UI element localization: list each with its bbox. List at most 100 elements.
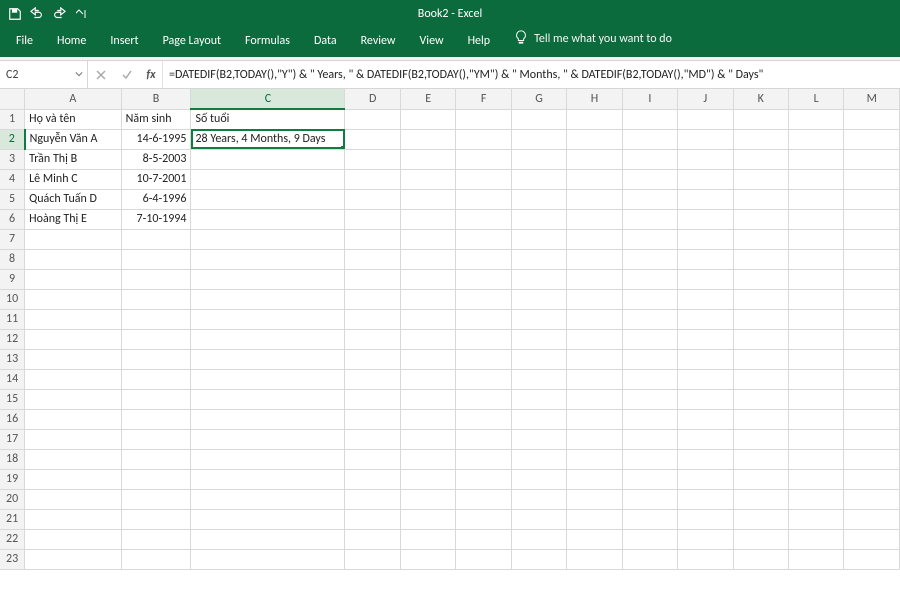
cell[interactable] bbox=[733, 369, 788, 389]
cell[interactable] bbox=[567, 349, 622, 369]
cell[interactable] bbox=[191, 509, 345, 529]
cell[interactable] bbox=[733, 289, 788, 309]
cell[interactable] bbox=[788, 229, 843, 249]
col-header-J[interactable]: J bbox=[678, 89, 733, 109]
row-header[interactable]: 1 bbox=[0, 109, 25, 129]
col-header-M[interactable]: M bbox=[844, 89, 900, 109]
cell[interactable] bbox=[844, 449, 900, 469]
cell[interactable] bbox=[622, 529, 677, 549]
cell[interactable] bbox=[567, 229, 622, 249]
cell[interactable] bbox=[844, 549, 900, 569]
cell[interactable]: Trần Thị B bbox=[25, 149, 122, 169]
cell[interactable] bbox=[456, 129, 511, 149]
cell[interactable] bbox=[511, 189, 566, 209]
cell[interactable] bbox=[345, 269, 400, 289]
cell[interactable] bbox=[25, 509, 122, 529]
col-header-C[interactable]: C bbox=[191, 89, 345, 109]
cell[interactable] bbox=[456, 209, 511, 229]
cell[interactable] bbox=[678, 509, 733, 529]
cell[interactable] bbox=[456, 289, 511, 309]
cell[interactable] bbox=[678, 309, 733, 329]
cell[interactable] bbox=[345, 449, 400, 469]
cell[interactable] bbox=[511, 349, 566, 369]
cell[interactable] bbox=[622, 209, 677, 229]
cell[interactable] bbox=[567, 329, 622, 349]
col-header-L[interactable]: L bbox=[788, 89, 843, 109]
cell[interactable] bbox=[345, 209, 400, 229]
cell[interactable] bbox=[622, 389, 677, 409]
row-header[interactable]: 13 bbox=[0, 349, 25, 369]
cell[interactable]: Số tuổi bbox=[191, 109, 345, 129]
cell[interactable] bbox=[788, 129, 843, 149]
cell[interactable] bbox=[121, 489, 191, 509]
cell[interactable] bbox=[25, 489, 122, 509]
cell[interactable] bbox=[733, 529, 788, 549]
cell[interactable] bbox=[788, 149, 843, 169]
col-header-E[interactable]: E bbox=[400, 89, 455, 109]
cell[interactable]: Năm sinh bbox=[121, 109, 191, 129]
cell[interactable] bbox=[733, 129, 788, 149]
cell[interactable] bbox=[733, 449, 788, 469]
cell[interactable] bbox=[788, 389, 843, 409]
cell[interactable] bbox=[191, 429, 345, 449]
tab-data[interactable]: Data bbox=[302, 27, 349, 57]
row-header[interactable]: 10 bbox=[0, 289, 25, 309]
cell[interactable] bbox=[400, 389, 455, 409]
col-header-D[interactable]: D bbox=[345, 89, 400, 109]
tell-me-search[interactable]: Tell me what you want to do bbox=[502, 23, 684, 57]
cell[interactable] bbox=[733, 189, 788, 209]
cell[interactable] bbox=[567, 249, 622, 269]
cell[interactable] bbox=[844, 129, 900, 149]
cell[interactable] bbox=[121, 369, 191, 389]
cell[interactable] bbox=[121, 249, 191, 269]
cell[interactable] bbox=[121, 429, 191, 449]
cell[interactable]: 10-7-2001 bbox=[121, 169, 191, 189]
cell[interactable] bbox=[678, 469, 733, 489]
cell[interactable] bbox=[678, 329, 733, 349]
cell[interactable] bbox=[622, 489, 677, 509]
cell[interactable]: 7-10-1994 bbox=[121, 209, 191, 229]
cell[interactable] bbox=[844, 469, 900, 489]
cell[interactable] bbox=[844, 349, 900, 369]
row-header[interactable]: 16 bbox=[0, 409, 25, 429]
col-header-H[interactable]: H bbox=[567, 89, 622, 109]
cell[interactable] bbox=[191, 549, 345, 569]
cell[interactable] bbox=[456, 509, 511, 529]
cell[interactable] bbox=[678, 129, 733, 149]
cell[interactable] bbox=[191, 369, 345, 389]
cell[interactable] bbox=[511, 169, 566, 189]
cell[interactable] bbox=[191, 309, 345, 329]
cell[interactable] bbox=[678, 229, 733, 249]
cell[interactable] bbox=[622, 189, 677, 209]
cell[interactable] bbox=[25, 249, 122, 269]
cell[interactable] bbox=[345, 409, 400, 429]
cell[interactable] bbox=[733, 309, 788, 329]
cell[interactable] bbox=[345, 289, 400, 309]
row-header[interactable]: 21 bbox=[0, 509, 25, 529]
row-header[interactable]: 23 bbox=[0, 549, 25, 569]
cell[interactable] bbox=[567, 269, 622, 289]
cell[interactable] bbox=[400, 489, 455, 509]
cell[interactable] bbox=[567, 169, 622, 189]
cell[interactable] bbox=[788, 429, 843, 449]
cell[interactable] bbox=[345, 529, 400, 549]
cell[interactable] bbox=[788, 209, 843, 229]
tab-review[interactable]: Review bbox=[349, 27, 408, 57]
cell[interactable] bbox=[191, 449, 345, 469]
cell[interactable] bbox=[788, 249, 843, 269]
cell[interactable] bbox=[345, 249, 400, 269]
row-header[interactable]: 9 bbox=[0, 269, 25, 289]
cell[interactable]: Quách Tuấn D bbox=[25, 189, 122, 209]
cell[interactable] bbox=[567, 209, 622, 229]
cell[interactable]: Hoàng Thị E bbox=[25, 209, 122, 229]
cell[interactable] bbox=[345, 229, 400, 249]
cell[interactable] bbox=[844, 289, 900, 309]
formula-bar-input[interactable]: =DATEDIF(B2,TODAY(),"Y") & " Years, " & … bbox=[163, 61, 900, 88]
cell[interactable] bbox=[511, 469, 566, 489]
cell[interactable] bbox=[25, 449, 122, 469]
cell[interactable] bbox=[788, 469, 843, 489]
cell[interactable] bbox=[567, 429, 622, 449]
cell[interactable] bbox=[456, 309, 511, 329]
cell[interactable] bbox=[345, 129, 400, 149]
cell[interactable] bbox=[121, 349, 191, 369]
